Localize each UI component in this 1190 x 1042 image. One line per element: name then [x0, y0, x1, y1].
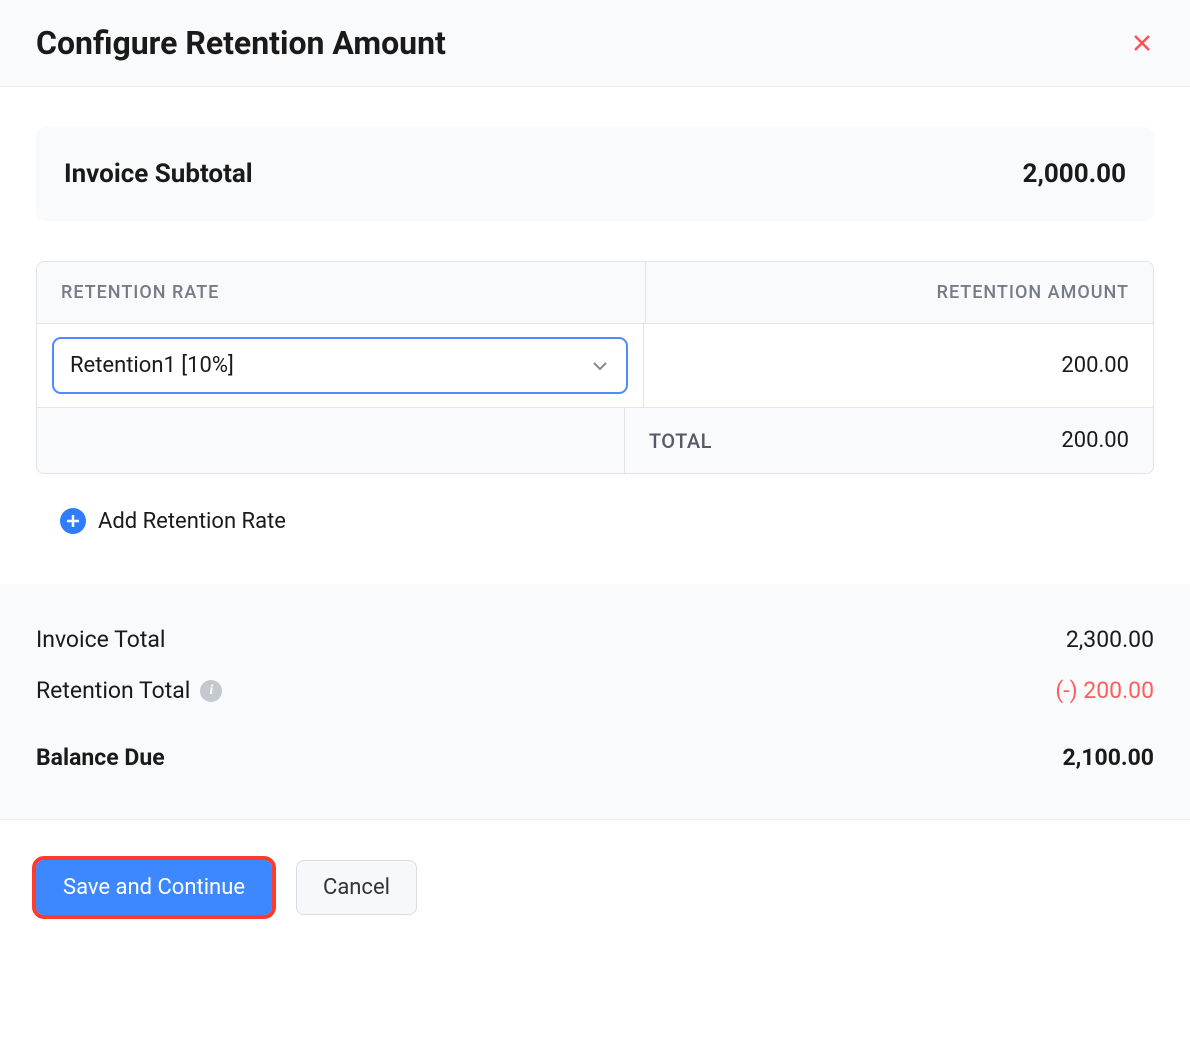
cancel-button[interactable]: Cancel — [296, 860, 417, 915]
modal-header: Configure Retention Amount — [0, 0, 1190, 87]
retention-total-label: TOTAL — [649, 429, 712, 453]
invoice-subtotal-value: 2,000.00 — [1023, 159, 1126, 189]
plus-circle-icon — [60, 508, 86, 534]
balance-due-row: Balance Due 2,100.00 — [36, 732, 1154, 783]
balance-due-label: Balance Due — [36, 744, 165, 771]
invoice-total-row: Invoice Total 2,300.00 — [36, 614, 1154, 665]
add-retention-rate-button[interactable]: Add Retention Rate — [36, 498, 306, 544]
invoice-total-value: 2,300.00 — [1066, 626, 1154, 653]
retention-rate-header: RETENTION RATE — [37, 262, 646, 323]
retention-rate-value: Retention1 [10%] — [70, 353, 234, 378]
save-and-continue-button[interactable]: Save and Continue — [36, 860, 272, 915]
retention-table: RETENTION RATE RETENTION AMOUNT Retentio… — [36, 261, 1154, 474]
invoice-total-label: Invoice Total — [36, 626, 166, 653]
modal-title: Configure Retention Amount — [36, 24, 446, 62]
retention-total-summary-value: (-) 200.00 — [1055, 677, 1154, 704]
modal-footer: Save and Continue Cancel — [0, 819, 1190, 951]
retention-total-row: Retention Total i (-) 200.00 — [36, 665, 1154, 716]
retention-total-summary-label: Retention Total i — [36, 677, 222, 704]
close-icon[interactable] — [1130, 31, 1154, 55]
balance-due-value: 2,100.00 — [1062, 744, 1154, 771]
summary-section: Invoice Total 2,300.00 Retention Total i… — [0, 584, 1190, 819]
invoice-subtotal-card: Invoice Subtotal 2,000.00 — [36, 127, 1154, 221]
retention-total-value: 200.00 — [1061, 428, 1129, 453]
chevron-down-icon — [590, 356, 610, 376]
modal-body: Invoice Subtotal 2,000.00 RETENTION RATE… — [0, 87, 1190, 584]
retention-total-row: TOTAL 200.00 — [37, 407, 1153, 473]
info-icon[interactable]: i — [200, 680, 222, 702]
retention-rate-dropdown[interactable]: Retention1 [10%] — [53, 338, 627, 393]
retention-table-header: RETENTION RATE RETENTION AMOUNT — [37, 262, 1153, 324]
retention-amount-header: RETENTION AMOUNT — [646, 262, 1153, 323]
add-retention-label: Add Retention Rate — [98, 509, 286, 534]
invoice-subtotal-label: Invoice Subtotal — [64, 159, 253, 189]
retention-amount-value: 200.00 — [644, 324, 1153, 407]
table-row: Retention1 [10%] 200.00 — [37, 324, 1153, 407]
